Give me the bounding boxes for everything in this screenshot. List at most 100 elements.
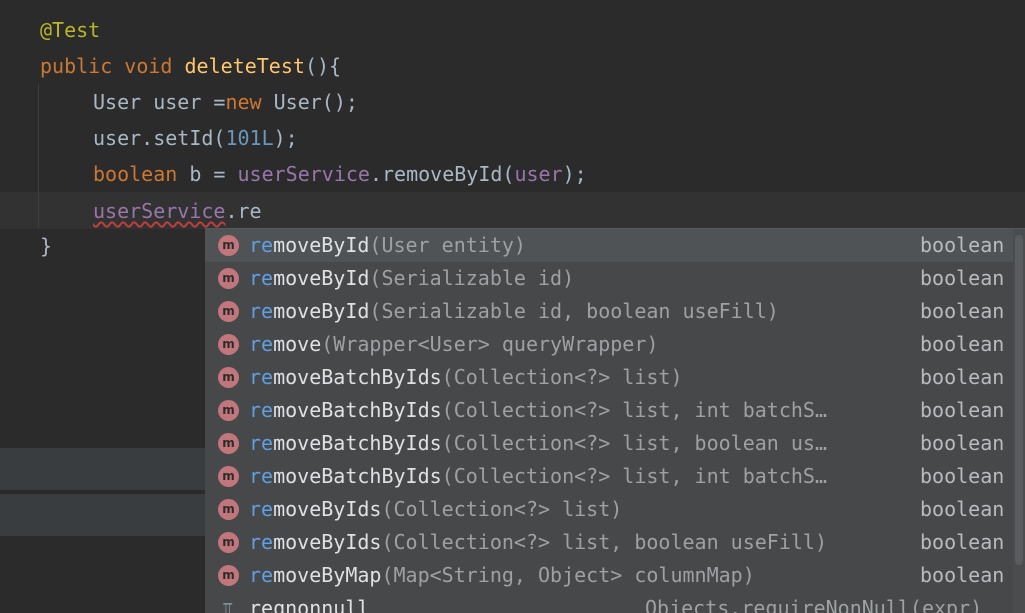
code-token: 101L	[225, 126, 274, 150]
method-params: (Collection<?> list)	[381, 497, 623, 521]
code-token: boolean	[93, 162, 178, 186]
method-icon: m	[218, 334, 239, 355]
return-type: boolean	[920, 431, 1005, 455]
gutter-highlight	[0, 494, 205, 536]
method-signature: removeBatchByIds(Collection<?> list, int…	[249, 460, 827, 493]
completion-item[interactable]: m removeBatchByIds(Collection<?> list, in…	[205, 460, 1013, 493]
code-token: @Test	[40, 18, 101, 42]
method-icon: m	[218, 433, 239, 454]
method-rest: moveById	[273, 299, 370, 323]
code-token: User();	[261, 90, 358, 114]
method-icon: m	[218, 466, 239, 487]
return-type: boolean	[920, 497, 1005, 521]
completion-item-postfix[interactable]: ⫪ reqnonnull Objects.requireNonNull(expr…	[205, 592, 1013, 613]
completion-popup[interactable]: m removeById(User entity) boolean m removeBy…	[205, 228, 1025, 613]
code-token: b =	[177, 162, 238, 186]
method-icon: m	[218, 565, 239, 586]
code-token: new	[225, 90, 262, 114]
completion-item[interactable]: m removeByMap(Map<String, Object> columnM…	[205, 559, 1013, 592]
code-token: user.setId(	[93, 126, 226, 150]
method-rest: moveById	[273, 233, 370, 257]
code-line[interactable]: @Test	[40, 14, 100, 47]
code-token: deleteTest	[184, 54, 305, 78]
completion-scrollbar[interactable]	[1013, 229, 1025, 613]
method-icon: m	[218, 301, 239, 322]
method-match: re	[249, 563, 274, 587]
method-rest: moveBatchByIds	[273, 464, 442, 488]
method-signature: removeByIds(Collection<?> list)	[249, 493, 622, 526]
code-token: userService	[237, 162, 370, 186]
return-type: boolean	[920, 365, 1005, 389]
method-match: re	[249, 464, 274, 488]
method-signature: removeById(Serializable id)	[249, 262, 574, 295]
method-signature: removeByMap(Map<String, Object> columnMa…	[249, 559, 755, 592]
method-match: re	[249, 431, 274, 455]
method-params: (Collection<?> list, int batchS…	[441, 464, 827, 488]
method-signature: removeBatchByIds(Collection<?> list, boo…	[249, 427, 827, 460]
method-params: (Collection<?> list)	[441, 365, 683, 389]
code-token: public	[40, 54, 113, 78]
method-match: re	[249, 530, 274, 554]
return-type: boolean	[920, 563, 1005, 587]
code-token: (){	[304, 54, 342, 78]
method-signature: removeBatchByIds(Collection<?> list)	[249, 361, 683, 394]
method-signature: remove(Wrapper<User> queryWrapper)	[249, 328, 658, 361]
completion-item[interactable]: m removeByIds(Collection<?> list) boolean	[205, 493, 1013, 526]
completion-item[interactable]: m removeBatchByIds(Collection<?> list, in…	[205, 394, 1013, 427]
method-icon: m	[218, 235, 239, 256]
code-token: user	[514, 162, 563, 186]
method-icon: m	[218, 400, 239, 421]
method-match: re	[249, 398, 274, 422]
code-line[interactable]: User user =new User();	[93, 86, 358, 119]
completion-item[interactable]: m remove(Wrapper<User> queryWrapper) boole…	[205, 328, 1013, 361]
method-signature: removeById(User entity)	[249, 229, 526, 262]
indent-guide	[38, 84, 39, 228]
method-signature: removeBatchByIds(Collection<?> list, int…	[249, 394, 827, 427]
code-line[interactable]: }	[40, 230, 52, 263]
return-type: boolean	[920, 398, 1005, 422]
method-icon: m	[218, 499, 239, 520]
method-rest: moveByIds	[273, 497, 382, 521]
return-type: boolean	[920, 332, 1005, 356]
code-token: void	[124, 54, 173, 78]
method-params: (Collection<?> list, int batchS…	[441, 398, 827, 422]
completion-item[interactable]: m removeById(User entity) boolean	[205, 229, 1013, 262]
method-match: re	[249, 233, 274, 257]
code-token: userService	[93, 199, 226, 223]
return-type: boolean	[920, 464, 1005, 488]
scrollbar-thumb[interactable]	[1015, 235, 1023, 565]
method-rest: moveBatchByIds	[273, 431, 442, 455]
code-line[interactable]: public void deleteTest(){	[40, 50, 341, 83]
return-type: boolean	[920, 266, 1005, 290]
code-token: );	[562, 162, 587, 186]
gutter-highlight	[0, 448, 205, 490]
completion-item[interactable]: m removeBatchByIds(Collection<?> list, bo…	[205, 427, 1013, 460]
method-icon: m	[218, 268, 239, 289]
method-params: (Serializable id, boolean useFill)	[369, 299, 779, 323]
code-token: user =	[141, 90, 226, 114]
method-rest: moveBatchByIds	[273, 365, 442, 389]
completion-item[interactable]: m removeById(Serializable id) boolean	[205, 262, 1013, 295]
method-signature: removeById(Serializable id, boolean useF…	[249, 295, 779, 328]
return-type: boolean	[920, 530, 1005, 554]
completion-item[interactable]: m removeByIds(Collection<?> list, boolean…	[205, 526, 1013, 559]
method-params: (User entity)	[369, 233, 526, 257]
completion-item[interactable]: m removeBatchByIds(Collection<?> list) boo…	[205, 361, 1013, 394]
code-line[interactable]: user.setId(101L);	[93, 122, 298, 155]
method-icon: m	[218, 532, 239, 553]
return-type: boolean	[920, 299, 1005, 323]
completion-item[interactable]: m removeById(Serializable id, boolean use…	[205, 295, 1013, 328]
code-line[interactable]: userService.re	[93, 195, 262, 228]
method-signature: removeByIds(Collection<?> list, boolean …	[249, 526, 827, 559]
code-token: }	[40, 234, 53, 258]
postfix-hint: Objects.requireNonNull(expr)	[645, 596, 983, 613]
method-rest: moveById	[273, 266, 370, 290]
method-params: (Map<String, Object> columnMap)	[381, 563, 755, 587]
code-line[interactable]: boolean b = userService.removeById(user)…	[93, 158, 587, 191]
method-match: re	[249, 332, 274, 356]
code-token: );	[273, 126, 298, 150]
code-token: .re	[225, 199, 262, 223]
postfix-template-icon: ⫪	[223, 599, 233, 613]
method-rest: moveByMap	[273, 563, 382, 587]
